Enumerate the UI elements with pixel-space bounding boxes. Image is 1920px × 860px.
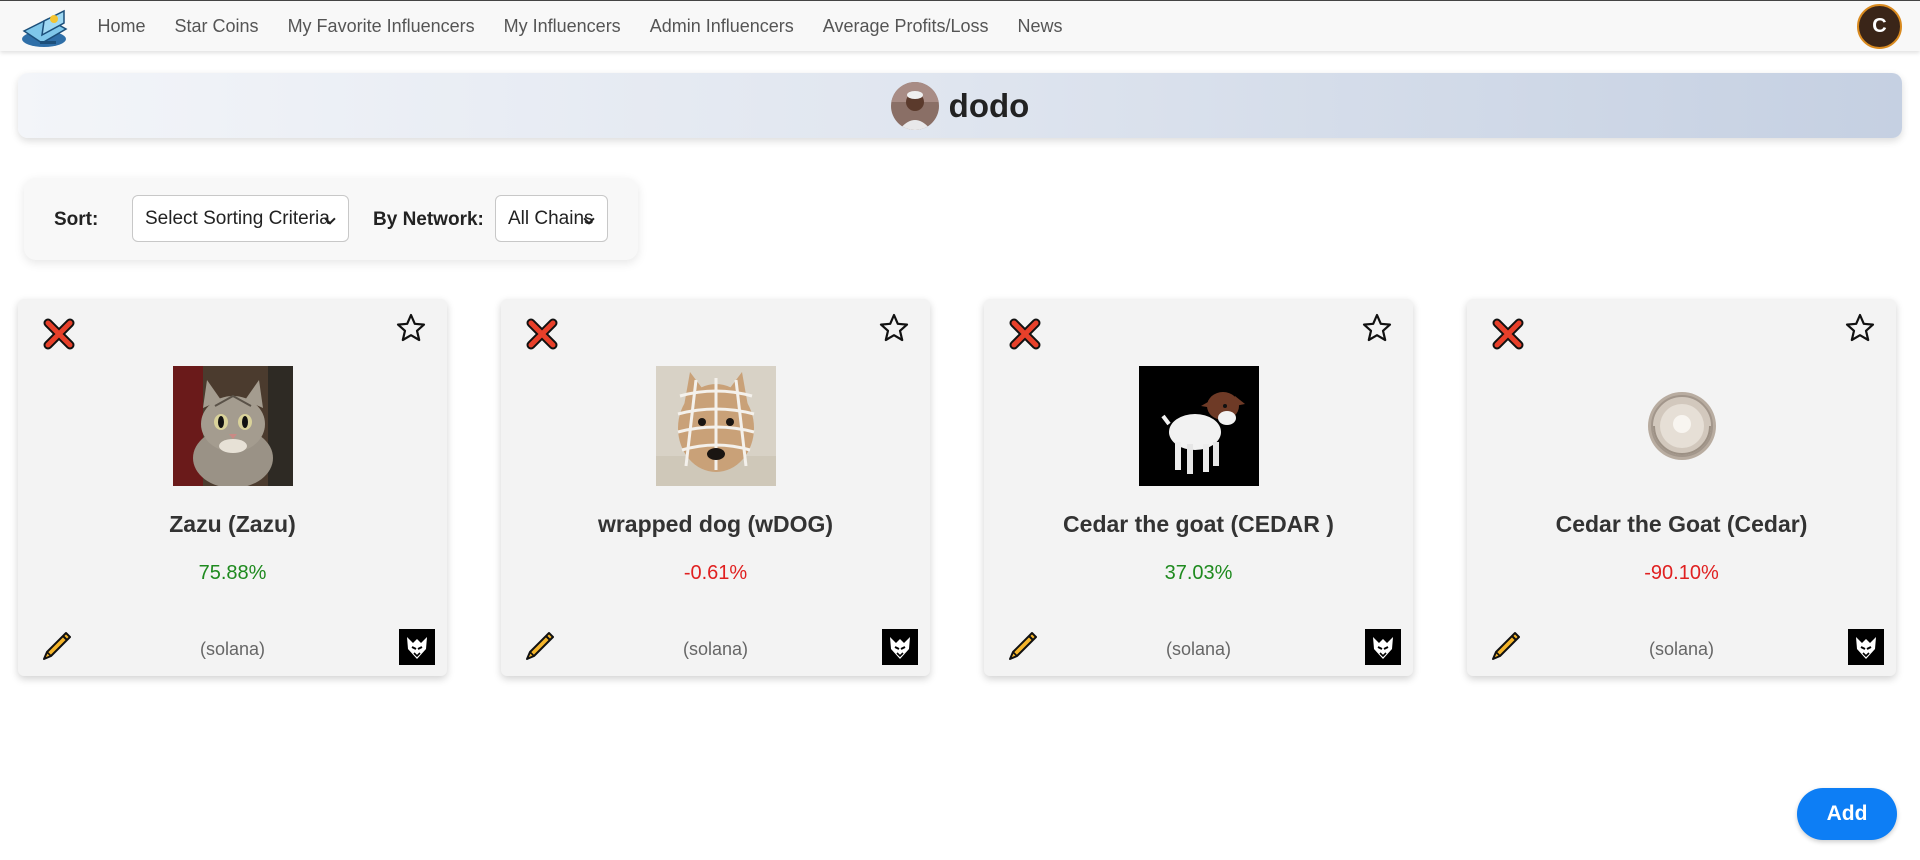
user-avatar[interactable]: C <box>1857 4 1902 49</box>
coin-network: (solana) <box>199 639 266 659</box>
star-icon[interactable] <box>878 312 910 344</box>
coin-image <box>1139 366 1259 486</box>
sort-select-value: Select Sorting Criteria <box>145 208 330 229</box>
coin-image <box>1622 366 1742 486</box>
filter-panel: Sort: Select Sorting Criteria By Network… <box>24 178 638 260</box>
coin-network: (solana) <box>1648 639 1715 659</box>
sort-select[interactable]: Select Sorting Criteria <box>132 195 349 242</box>
coin-image <box>173 366 293 486</box>
nav-link-news[interactable]: News <box>1003 16 1077 37</box>
nav-links: Home Star Coins My Favorite Influencers … <box>83 1 1077 52</box>
add-button[interactable]: Add <box>1797 788 1897 840</box>
star-icon[interactable] <box>395 312 427 344</box>
coin-name: Cedar the goat (CEDAR ) <box>1063 511 1334 537</box>
nav-link-admin-influencers[interactable]: Admin Influencers <box>635 16 808 37</box>
remove-icon[interactable] <box>525 317 559 351</box>
top-navbar: Home Star Coins My Favorite Influencers … <box>0 0 1920 51</box>
coin-card: Cedar the Goat (Cedar) -90.10% (solana) <box>1467 299 1896 676</box>
remove-icon[interactable] <box>1008 317 1042 351</box>
nav-link-my-influencers[interactable]: My Influencers <box>489 16 635 37</box>
network-select-value: All Chains <box>508 208 594 229</box>
nav-link-average-profits-loss[interactable]: Average Profits/Loss <box>808 16 1003 37</box>
nav-link-my-favorite-influencers[interactable]: My Favorite Influencers <box>273 16 489 37</box>
coin-card: Cedar the goat (CEDAR ) 37.03% (solana) <box>984 299 1413 676</box>
network-select[interactable]: All Chains <box>495 195 608 242</box>
dex-link-icon[interactable] <box>1848 629 1884 665</box>
sort-label: Sort: <box>54 209 99 230</box>
dex-link-icon[interactable] <box>882 629 918 665</box>
coin-network: (solana) <box>682 639 749 659</box>
coin-network: (solana) <box>1165 639 1232 659</box>
profile-banner: dodo <box>18 73 1902 138</box>
coin-change-percent: -0.61% <box>683 562 748 584</box>
nav-link-star-coins[interactable]: Star Coins <box>160 16 273 37</box>
star-icon[interactable] <box>1361 312 1393 344</box>
star-icon[interactable] <box>1844 312 1876 344</box>
profile-name: dodo <box>948 86 1030 124</box>
remove-icon[interactable] <box>42 317 76 351</box>
coin-card: wrapped dog (wDOG) -0.61% (solana) <box>501 299 930 676</box>
coin-image <box>656 366 776 486</box>
coin-name: Zazu (Zazu) <box>169 511 296 537</box>
coin-name: Cedar the Goat (Cedar) <box>1555 511 1808 537</box>
coin-change-percent: 75.88% <box>198 562 267 584</box>
coin-name: wrapped dog (wDOG) <box>597 511 834 537</box>
dex-link-icon[interactable] <box>399 629 435 665</box>
coin-change-percent: -90.10% <box>1644 562 1719 584</box>
profile-avatar <box>890 81 939 130</box>
app-logo-icon[interactable] <box>20 5 72 49</box>
coin-card: Zazu (Zazu) 75.88% (solana) <box>18 299 447 676</box>
network-label: By Network: <box>373 209 484 230</box>
dex-link-icon[interactable] <box>1365 629 1401 665</box>
nav-link-home[interactable]: Home <box>83 16 160 37</box>
coin-change-percent: 37.03% <box>1164 562 1233 584</box>
remove-icon[interactable] <box>1491 317 1525 351</box>
